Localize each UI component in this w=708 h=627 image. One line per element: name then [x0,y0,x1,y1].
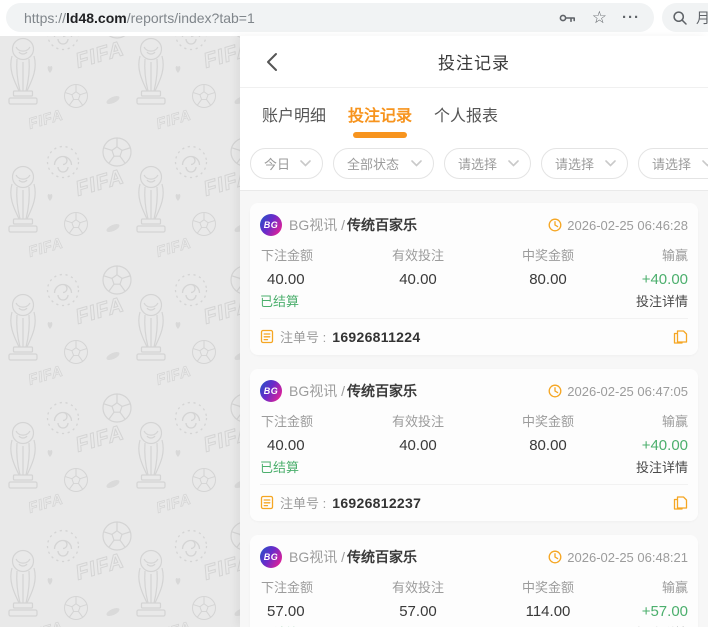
bet-record-card: BG BG视讯 / 传统百家乐 2026-02-25 06:46:28 下注金额… [250,203,698,355]
back-chevron-icon [267,53,277,71]
records-list: BG BG视讯 / 传统百家乐 2026-02-25 06:46:28 下注金额… [240,190,708,627]
chevron-down-icon [605,160,616,167]
tab-bet-records[interactable]: 投注记录 [348,96,412,138]
clock-icon [548,218,562,232]
bet-time: 2026-02-25 06:48:21 [567,549,688,565]
profit-amount: +40.00 [641,437,688,454]
bet-time: 2026-02-25 06:47:05 [567,383,688,399]
bet-detail-link[interactable]: 投注详情 [636,623,688,627]
browser-toolbar: https://ld48.com/reports/index?tab=1 ☆ ·… [0,0,708,36]
address-bar[interactable]: https://ld48.com/reports/index?tab=1 ☆ ·… [6,3,654,32]
win-amount: 80.00 [529,437,567,454]
col-valid-bet: 有效投注 [391,248,444,263]
chevron-down-icon [300,160,311,167]
filter-bar: 今日 全部状态 请选择 请选择 请选择 [240,146,708,189]
col-win-amount: 中奖金额 [521,414,574,429]
search-icon [673,10,687,25]
back-button[interactable] [260,50,284,74]
status-badge: 已结算 [260,294,300,309]
col-win-amount: 中奖金额 [521,580,574,595]
game-name: 传统百家乐 [347,549,418,565]
profit-amount: +57.00 [641,603,688,620]
filter-select-dropdown-2[interactable]: 请选择 [541,148,628,179]
fifa-pattern-background: FIFA [0,36,240,627]
filter-select-dropdown-1[interactable]: 请选择 [444,148,531,179]
filter-status-dropdown[interactable]: 全部状态 [333,148,434,179]
provider-name: BG视讯 / [289,383,346,399]
chevron-down-icon [508,160,519,167]
bet-amount: 40.00 [267,437,305,454]
chevron-down-icon [411,160,422,167]
profit-amount: +40.00 [641,271,688,288]
status-badge: 已结算 [260,460,300,475]
filter-date-value: 今日 [264,157,291,172]
bet-amount: 40.00 [267,271,305,288]
status-badge: 已结算 [260,623,299,627]
col-valid-bet: 有效投注 [391,580,444,595]
report-panel: 投注记录 账户明细 投注记录 个人报表 今日 全部状态 请选择 请选择 请选择 [240,36,708,627]
panel-header: 投注记录 [240,36,708,88]
win-amount: 114.00 [525,603,571,620]
filter-select-dropdown-3[interactable]: 请选择 [638,148,708,179]
url-path: /reports/index?tab=1 [126,9,255,26]
bg-provider-logo: BG [260,546,282,568]
win-amount: 80.00 [529,271,567,288]
col-bet-amount: 下注金额 [261,580,314,595]
col-profit: 输赢 [661,580,688,595]
col-win-amount: 中奖金额 [521,248,574,263]
url-domain: ld48.com [66,9,127,26]
copy-order-button[interactable] [673,495,688,511]
order-number-label: 注单号 : [280,330,327,345]
bet-amount: 57.00 [267,603,305,620]
bet-detail-link[interactable]: 投注详情 [636,291,688,310]
bet-detail-link[interactable]: 投注详情 [636,457,688,476]
provider-name: BG视讯 / [289,549,346,565]
side-search-text: 月珠 [696,9,708,26]
tab-personal-report[interactable]: 个人报表 [434,96,498,138]
game-name: 传统百家乐 [347,383,418,399]
provider-name: BG视讯 / [289,217,346,233]
bg-provider-logo: BG [260,214,282,236]
col-valid-bet: 有效投注 [391,414,444,429]
clock-icon [548,550,562,564]
copy-order-button[interactable] [673,329,688,345]
order-number: 16926812237 [332,494,422,511]
bet-record-card: BG BG视讯 / 传统百家乐 2026-02-25 06:48:21 下注金额… [250,535,698,627]
col-bet-amount: 下注金额 [261,248,314,263]
order-number-label: 注单号 : [280,496,327,511]
filter-status-value: 全部状态 [347,157,400,172]
side-search-box[interactable]: 月珠 [662,3,708,32]
url-scheme: https:// [24,9,67,26]
tab-bar: 账户明细 投注记录 个人报表 [240,88,708,146]
bg-provider-logo: BG [260,380,282,402]
filter-date-dropdown[interactable]: 今日 [250,148,323,179]
order-number: 16926811224 [332,328,421,345]
col-bet-amount: 下注金额 [261,414,314,429]
tab-bet-records-label: 投注记录 [348,108,413,125]
valid-bet: 40.00 [399,271,437,288]
copy-icon [673,329,688,344]
order-note-icon [260,495,274,510]
url-text: https://ld48.com/reports/index?tab=1 [24,10,255,26]
filter-select-value: 请选择 [555,157,595,172]
order-note-icon [260,329,274,344]
bet-time: 2026-02-25 06:46:28 [567,217,688,233]
copy-icon [673,495,688,510]
clock-icon [548,384,562,398]
password-key-icon[interactable] [558,9,577,27]
page-title: 投注记录 [438,54,510,73]
active-tab-underline [353,132,408,138]
valid-bet: 40.00 [399,437,437,454]
col-profit: 输赢 [661,414,688,429]
filter-select-value: 请选择 [458,157,498,172]
game-name: 传统百家乐 [347,217,418,233]
bet-record-card: BG BG视讯 / 传统百家乐 2026-02-25 06:47:05 下注金额… [250,369,698,521]
col-profit: 输赢 [661,248,688,263]
tab-account-detail[interactable]: 账户明细 [262,96,326,138]
filter-select-value: 请选择 [652,157,692,172]
valid-bet: 57.00 [399,603,437,620]
chevron-down-icon [702,160,708,167]
more-menu-icon[interactable]: ··· [622,10,640,25]
bookmark-star-icon[interactable]: ☆ [592,9,607,26]
